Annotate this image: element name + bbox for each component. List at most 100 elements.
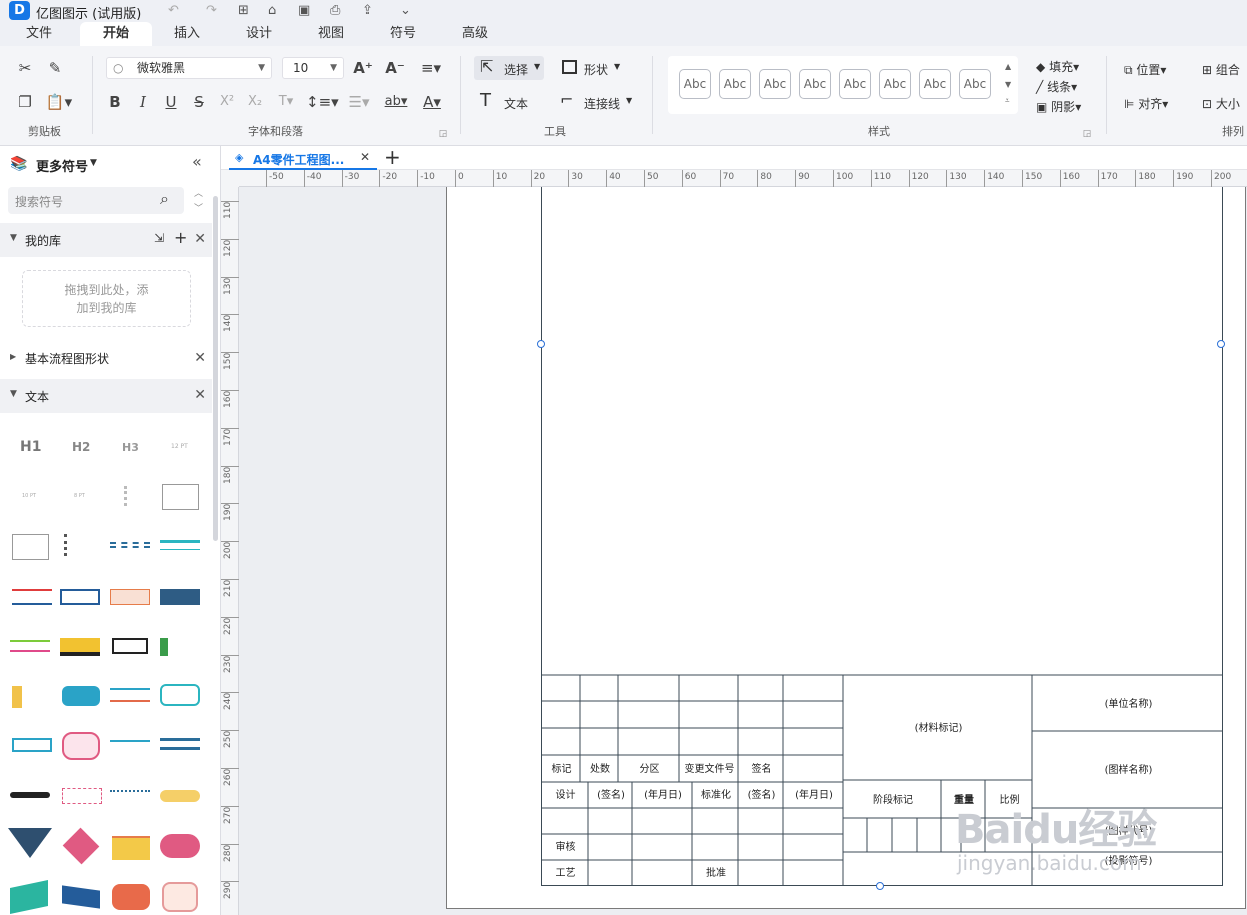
close-icon[interactable]: ✕ bbox=[194, 231, 206, 247]
new-file-icon[interactable]: ⊞ bbox=[238, 3, 249, 18]
symbol-diamond-pink[interactable] bbox=[62, 827, 100, 865]
symbol-banner-frame[interactable] bbox=[112, 638, 148, 654]
close-icon[interactable]: ✕ bbox=[194, 387, 206, 403]
symbol-scroll[interactable] bbox=[12, 686, 22, 708]
symbol-infographics-red[interactable] bbox=[12, 589, 52, 605]
symbol-banner-green[interactable] bbox=[10, 640, 50, 652]
style-preset-3[interactable]: Abc bbox=[759, 69, 791, 99]
more-symbols-title[interactable]: 更多符号 bbox=[36, 156, 88, 175]
gallery-down-icon[interactable]: ▼ bbox=[1005, 80, 1011, 89]
library-drop-zone[interactable]: 拖拽到此处，添 加到我的库 bbox=[22, 270, 191, 327]
new-tab-icon[interactable]: + bbox=[384, 146, 401, 168]
line-button[interactable]: ╱ 线条▾ bbox=[1036, 78, 1077, 95]
symbol-text-box[interactable] bbox=[162, 484, 199, 510]
font-size-select[interactable]: 10 ▼ bbox=[282, 57, 344, 79]
text-transform-icon[interactable]: T▾ bbox=[272, 92, 300, 112]
tab-advanced[interactable]: 高级 bbox=[450, 22, 500, 46]
expand-icon[interactable]: ◲ bbox=[1082, 124, 1092, 144]
section-basic-flowchart[interactable]: ▶ 基本流程图形状 ✕ bbox=[0, 342, 212, 372]
bullet-list-icon[interactable]: ☰▾ bbox=[344, 92, 374, 112]
symbol-text-blue[interactable] bbox=[110, 790, 150, 802]
subscript-icon[interactable]: X₂ bbox=[244, 92, 266, 112]
connector-tool-button[interactable]: ⌐ 连接线 ▼ bbox=[558, 90, 638, 114]
symbol-happiest-pink[interactable] bbox=[160, 834, 200, 858]
symbol-hanging-sign[interactable] bbox=[112, 836, 150, 860]
symbol-badge-teal[interactable] bbox=[110, 688, 150, 702]
text-tool-button[interactable]: T 文本 bbox=[478, 90, 538, 114]
symbol-infographics-orange[interactable] bbox=[110, 589, 150, 605]
superscript-icon[interactable]: X² bbox=[216, 92, 238, 112]
style-preset-4[interactable]: Abc bbox=[799, 69, 831, 99]
format-painter-icon[interactable]: ✎ bbox=[44, 58, 66, 78]
section-text-header[interactable]: ▼ 文本 ✕ bbox=[0, 379, 212, 413]
style-preset-8[interactable]: Abc bbox=[959, 69, 991, 99]
underline-icon[interactable]: U bbox=[162, 92, 180, 112]
close-icon[interactable]: ✕ bbox=[194, 350, 206, 366]
symbol-text-box-2[interactable] bbox=[12, 534, 49, 560]
symbol-frame-peach[interactable] bbox=[162, 882, 198, 912]
symbol-infographics-dark[interactable] bbox=[160, 589, 200, 605]
font-color-icon[interactable]: A▾ bbox=[418, 92, 446, 112]
close-tab-icon[interactable]: ✕ bbox=[360, 150, 370, 164]
symbol-text-lines[interactable] bbox=[124, 486, 136, 506]
export-icon[interactable]: ⇪ bbox=[362, 3, 373, 18]
symbol-search-box[interactable]: 搜索符号 ⌕ bbox=[8, 187, 184, 214]
symbol-label-teal[interactable] bbox=[12, 738, 52, 752]
symbol-h1[interactable]: H1 bbox=[20, 439, 41, 455]
symbol-10pt[interactable]: 10 PT bbox=[22, 493, 36, 499]
my-library-header[interactable]: ▼ 我的库 ⇲ + ✕ bbox=[0, 223, 212, 257]
symbol-shield-navy[interactable] bbox=[8, 828, 52, 858]
style-preset-6[interactable]: Abc bbox=[879, 69, 911, 99]
gallery-more-icon[interactable]: ⩡ bbox=[1005, 96, 1010, 106]
collapse-panel-icon[interactable]: « bbox=[192, 152, 202, 171]
fill-button[interactable]: ◆ 填充▾ bbox=[1036, 58, 1079, 75]
symbol-bullet-list[interactable] bbox=[64, 534, 84, 556]
drawing-border-frame[interactable]: 标记 处数 分区 变更文件号 签名 设计 (签名) (年月日) 标准化 (签名)… bbox=[541, 187, 1223, 886]
search-icon[interactable]: ⌕ bbox=[160, 189, 169, 209]
position-button[interactable]: ⧉ 位置▾ bbox=[1124, 61, 1166, 78]
vertical-ruler[interactable]: 110 120 130 140 150 160 170 180 190 200 210 220 230 2… bbox=[221, 187, 239, 915]
symbol-easy-teal[interactable] bbox=[110, 740, 150, 750]
document-tab[interactable]: ◈ A4零件工程图... ✕ bbox=[229, 146, 377, 170]
symbol-infographics-pink[interactable] bbox=[62, 788, 102, 804]
redo-icon[interactable]: ↷ bbox=[206, 3, 217, 18]
symbol-happiest-moments[interactable] bbox=[160, 638, 200, 656]
copy-icon[interactable]: ❐ bbox=[14, 92, 36, 112]
shape-tool-button[interactable]: 形状 ▼ bbox=[558, 56, 628, 80]
align-button[interactable]: ⊫ 对齐▾ bbox=[1124, 95, 1168, 112]
grow-font-icon[interactable]: A⁺ bbox=[352, 58, 374, 78]
italic-icon[interactable]: I bbox=[134, 92, 152, 112]
expand-icon[interactable]: ◲ bbox=[438, 124, 448, 144]
selection-handle-bottom[interactable] bbox=[876, 882, 884, 890]
symbol-badge-pink[interactable] bbox=[62, 732, 100, 760]
selection-handle-left[interactable] bbox=[537, 340, 545, 348]
symbol-h2[interactable]: H2 bbox=[72, 440, 90, 454]
selection-handle-right[interactable] bbox=[1217, 340, 1225, 348]
symbol-easy-to-use[interactable] bbox=[62, 686, 100, 706]
undo-icon[interactable]: ↶ bbox=[168, 3, 179, 18]
symbol-8pt[interactable]: 8 PT bbox=[74, 493, 85, 499]
strikethrough-icon[interactable]: S bbox=[190, 92, 208, 112]
style-preset-5[interactable]: Abc bbox=[839, 69, 871, 99]
symbol-ribbon-yellow[interactable] bbox=[160, 790, 200, 802]
highlight-icon[interactable]: ab▾ bbox=[380, 92, 412, 112]
shadow-button[interactable]: ▣ 阴影▾ bbox=[1036, 98, 1081, 115]
symbol-black-bar[interactable] bbox=[10, 792, 50, 798]
symbol-badge-orange[interactable] bbox=[112, 884, 150, 910]
save-icon[interactable]: ▣ bbox=[298, 3, 310, 18]
scroll-down-icon[interactable]: ﹀ bbox=[194, 201, 203, 214]
tab-design[interactable]: 设计 bbox=[234, 22, 284, 46]
tab-view[interactable]: 视图 bbox=[306, 22, 356, 46]
symbol-divider-teal[interactable] bbox=[160, 540, 200, 550]
add-icon[interactable]: + bbox=[174, 228, 187, 247]
symbol-frame-teal[interactable] bbox=[160, 684, 200, 706]
horizontal-ruler[interactable]: -50 -40 -30 -20 -10 0 10 20 30 40 50 60 70 80 90 100 110… bbox=[239, 170, 1247, 187]
symbol-banner-yellow[interactable] bbox=[60, 638, 100, 656]
symbol-divider-navy[interactable] bbox=[160, 738, 200, 750]
size-button[interactable]: ⊡ 大小 bbox=[1202, 95, 1240, 112]
symbol-ribbon-teal[interactable] bbox=[10, 879, 48, 915]
cut-icon[interactable]: ✂ bbox=[14, 58, 36, 78]
chevron-down-icon[interactable]: ▼ bbox=[90, 158, 97, 168]
select-tool-button[interactable]: ⇱ 选择 ▼ bbox=[474, 56, 544, 80]
symbol-divider-blue[interactable] bbox=[110, 542, 150, 548]
